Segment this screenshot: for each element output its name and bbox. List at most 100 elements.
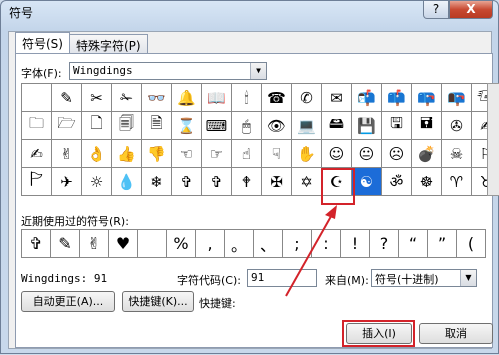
from-select[interactable]: 符号(十进制) ▼ [371, 269, 477, 287]
symbol-cell[interactable]: 📭 [442, 84, 472, 112]
symbol-cell[interactable] [22, 84, 52, 112]
symbol-cell[interactable]: 👍 [112, 140, 142, 168]
help-button[interactable]: ? [423, 1, 449, 19]
title-bar: 符号 ? X [1, 1, 498, 23]
recent-symbol-cell[interactable]: 、 [254, 230, 283, 258]
symbol-cell[interactable]: ☜ [172, 140, 202, 168]
insert-button[interactable]: 插入(I) [346, 323, 412, 344]
recent-symbol-cell[interactable]: ” [428, 230, 457, 258]
recent-symbol-cell[interactable]: “ [399, 230, 428, 258]
from-label: 来自(M): [325, 274, 369, 287]
symbol-cell[interactable]: 🖬 [412, 112, 442, 140]
symbol-cell[interactable]: 💧 [112, 168, 142, 196]
symbol-cell[interactable]: 👁 [262, 112, 292, 140]
symbol-cell[interactable]: 👎 [142, 140, 172, 168]
symbol-cell[interactable]: ☹ [382, 140, 412, 168]
recent-symbol-cell[interactable]: ? [370, 230, 399, 258]
symbol-cell[interactable]: ✋ [292, 140, 322, 168]
recent-symbol-cell[interactable]: ✞ [22, 230, 51, 258]
symbol-cell[interactable]: 💾 [352, 112, 382, 140]
recent-symbol-cell[interactable]: , [196, 230, 225, 258]
symbol-cell[interactable]: 🕯 [232, 84, 262, 112]
recent-symbol-cell[interactable]: ♥ [109, 230, 138, 258]
symbol-cell[interactable]: ☠ [442, 140, 472, 168]
symbol-grid-scrollbar[interactable] [487, 83, 499, 196]
symbol-cell[interactable]: 😐 [352, 140, 382, 168]
symbol-cell[interactable]: 🖴 [322, 112, 352, 140]
shortcut-key-button[interactable]: 快捷键(K)... [122, 291, 194, 312]
recent-symbol-cell[interactable]: ( [457, 230, 486, 258]
symbol-cell[interactable]: ✞ [172, 168, 202, 196]
symbol-cell[interactable]: 🖱 [232, 112, 262, 140]
cancel-button[interactable]: 取消 [419, 323, 493, 344]
symbol-cell[interactable]: 🗀 [22, 112, 52, 140]
symbol-cell[interactable]: ✎ [52, 84, 82, 112]
tab-symbols[interactable]: 符号(S) [15, 32, 70, 54]
font-select[interactable]: Wingdings ▼ [69, 62, 267, 80]
symbol-cell[interactable]: 🗎 [142, 112, 172, 140]
char-name: Wingdings: 91 [21, 272, 108, 285]
symbol-cell[interactable]: ✂ [82, 84, 112, 112]
symbol-cell[interactable]: 💣 [412, 140, 442, 168]
symbol-cell[interactable]: ✉ [322, 84, 352, 112]
symbol-cell[interactable]: ॐ [382, 168, 412, 196]
symbol-cell[interactable]: 🏱 [22, 168, 52, 196]
symbol-cell[interactable]: 📖 [202, 84, 232, 112]
recent-symbol-cell[interactable]: ; [283, 230, 312, 258]
symbol-cell[interactable]: 💻 [292, 112, 322, 140]
symbol-cell[interactable]: 📫 [382, 84, 412, 112]
recent-symbol-cell[interactable]: 。 [225, 230, 254, 258]
symbol-cell[interactable]: 🖫 [382, 112, 412, 140]
symbol-cell[interactable]: ✞ [202, 168, 232, 196]
recent-symbol-cell[interactable] [138, 230, 167, 258]
symbol-cell[interactable]: ✁ [112, 84, 142, 112]
symbol-dialog: 符号 ? X 符号(S) 特殊字符(P) 字体(F): Wingdings ▼ … [0, 0, 499, 354]
symbol-cell[interactable]: 📬 [352, 84, 382, 112]
font-select-value: Wingdings [73, 64, 133, 77]
recent-symbol-cell[interactable]: ✎ [51, 230, 80, 258]
recent-symbol-cell[interactable]: : [312, 230, 341, 258]
symbol-cell[interactable]: ✌ [52, 140, 82, 168]
recent-symbols-label: 近期使用过的符号(R): [21, 215, 129, 228]
symbol-cell[interactable]: 👓 [142, 84, 172, 112]
symbol-cell[interactable]: ☸ [412, 168, 442, 196]
symbol-cell[interactable]: 👌 [82, 140, 112, 168]
char-code-label: 字符代码(C): [177, 274, 241, 287]
symbol-cell[interactable]: 📪 [412, 84, 442, 112]
symbol-cell[interactable]: 🕈 [232, 168, 262, 196]
recent-symbol-cell[interactable]: % [167, 230, 196, 258]
symbol-cell[interactable]: 🗐 [112, 112, 142, 140]
from-select-value: 符号(十进制) [375, 273, 439, 286]
symbol-cell[interactable]: ☯ [352, 168, 382, 196]
chevron-down-icon[interactable]: ▼ [460, 270, 476, 286]
symbol-cell[interactable]: ☼ [82, 168, 112, 196]
symbol-cell[interactable]: ⌛ [172, 112, 202, 140]
char-code-input[interactable]: 91 [247, 269, 317, 287]
symbol-cell[interactable]: ✈ [52, 168, 82, 196]
shortcut-label: 快捷键: [199, 297, 236, 310]
symbol-cell[interactable]: ☝ [232, 140, 262, 168]
symbol-cell[interactable]: 🗋 [82, 112, 112, 140]
symbol-cell[interactable]: 🔔 [172, 84, 202, 112]
autocorrect-button[interactable]: 自动更正(A)... [21, 291, 115, 312]
symbol-cell[interactable]: ✠ [262, 168, 292, 196]
symbol-cell[interactable]: ⌨ [202, 112, 232, 140]
symbol-cell[interactable]: ☺ [322, 140, 352, 168]
symbol-cell[interactable]: ✍ [22, 140, 52, 168]
symbol-cell[interactable]: ☞ [202, 140, 232, 168]
symbol-cell[interactable]: ☪ [322, 168, 352, 196]
symbol-cell[interactable]: ✆ [292, 84, 322, 112]
symbol-cell[interactable]: ♈ [442, 168, 472, 196]
symbol-cell[interactable]: ✇ [442, 112, 472, 140]
symbol-cell[interactable]: ☎ [262, 84, 292, 112]
symbol-cell[interactable]: ❄ [142, 168, 172, 196]
symbol-cell[interactable]: ✡ [292, 168, 322, 196]
recent-symbols-grid: ✞ ✎ ✌ ♥ %,。、;:!? “”( [21, 229, 486, 258]
close-button[interactable]: X [449, 1, 493, 19]
symbol-cell[interactable]: 🗁 [52, 112, 82, 140]
symbol-cell[interactable]: ☟ [262, 140, 292, 168]
recent-symbol-cell[interactable]: ! [341, 230, 370, 258]
recent-symbol-cell[interactable]: ✌ [80, 230, 109, 258]
chevron-down-icon[interactable]: ▼ [250, 63, 266, 79]
tab-special-characters[interactable]: 特殊字符(P) [69, 34, 148, 54]
